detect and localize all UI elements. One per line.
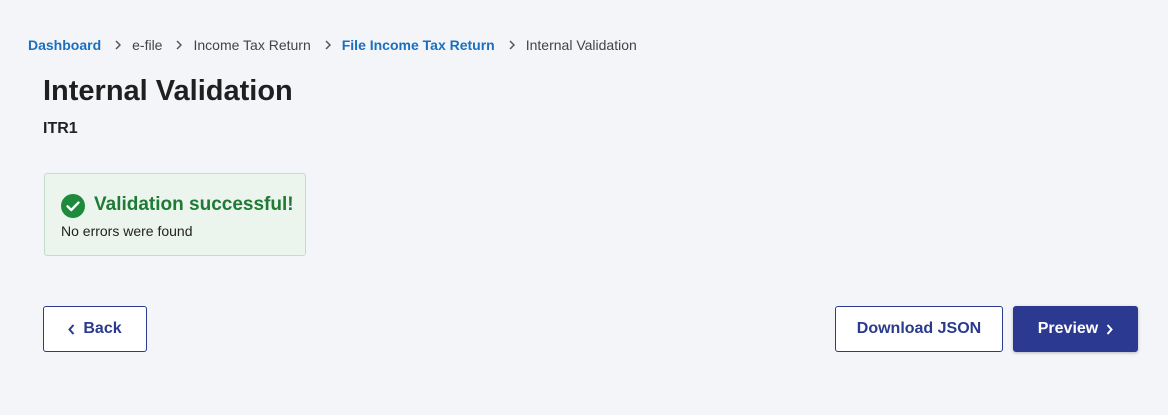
alert-message: No errors were found <box>61 223 193 239</box>
chevron-right-icon <box>174 40 184 50</box>
breadcrumb-efile: e-file <box>132 37 163 53</box>
validation-success-alert: Validation successful! No errors were fo… <box>44 173 306 256</box>
form-type-label: ITR1 <box>43 120 78 137</box>
breadcrumb-income-tax-return: Income Tax Return <box>193 37 311 53</box>
check-circle-icon <box>61 194 85 218</box>
alert-title: Validation successful! <box>94 194 294 215</box>
internal-validation-page: Dashboard e-file Income Tax Return File … <box>0 0 1168 415</box>
chevron-right-icon <box>113 40 123 50</box>
breadcrumb-internal-validation: Internal Validation <box>525 37 637 53</box>
preview-button-label: Preview <box>1037 320 1099 337</box>
back-button-label: Back <box>83 320 122 337</box>
breadcrumb-dashboard[interactable]: Dashboard <box>28 37 101 53</box>
preview-button[interactable]: Preview <box>1013 306 1138 352</box>
chevron-right-icon <box>507 40 517 50</box>
download-json-button-label: Download JSON <box>856 320 982 337</box>
chevron-right-icon <box>323 40 333 50</box>
back-button[interactable]: Back <box>43 306 147 352</box>
chevron-right-icon <box>1106 323 1114 335</box>
page-title: Internal Validation <box>43 75 293 107</box>
breadcrumb: Dashboard e-file Income Tax Return File … <box>28 36 637 54</box>
download-json-button[interactable]: Download JSON <box>835 306 1003 352</box>
chevron-left-icon <box>68 323 75 335</box>
breadcrumb-file-income-tax-return[interactable]: File Income Tax Return <box>342 37 495 53</box>
